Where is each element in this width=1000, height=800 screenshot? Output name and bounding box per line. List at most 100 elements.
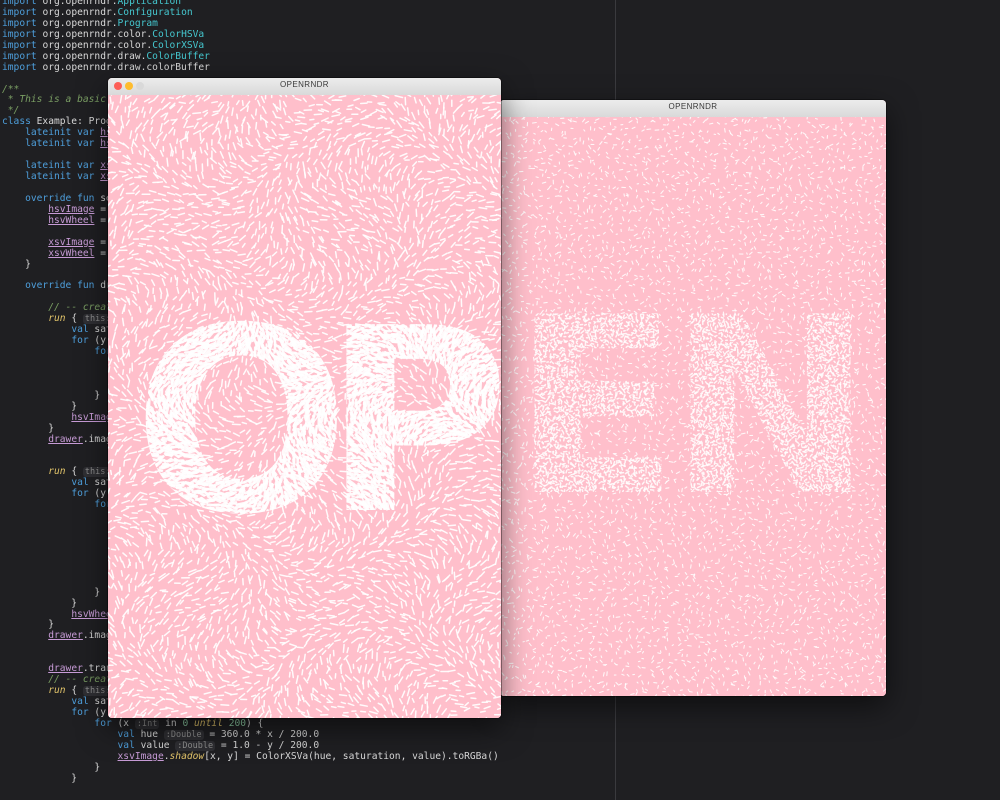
code-token: */ xyxy=(2,105,20,116)
render-canvas[interactable]: E N xyxy=(500,117,886,696)
code-token: val xyxy=(118,740,141,751)
code-token: org.openrndr. xyxy=(42,18,117,29)
code-token: in xyxy=(159,718,182,729)
code-token: val xyxy=(71,696,94,707)
code-token: val xyxy=(71,477,94,488)
code-token: import xyxy=(2,0,42,7)
code-token: v xyxy=(2,532,124,543)
code-token: } xyxy=(2,598,77,609)
code-token: = 360.0 * x / 200.0 xyxy=(204,729,319,740)
code-token: ) { xyxy=(246,718,263,729)
window-titlebar[interactable]: OPENRNDR xyxy=(108,78,501,96)
code-token: } xyxy=(2,619,54,630)
code-token: drawer xyxy=(48,630,83,641)
code-token: value xyxy=(141,740,176,751)
code-token: } xyxy=(2,423,54,434)
code-token: import xyxy=(2,40,42,51)
code-token: v xyxy=(2,368,124,379)
code-token: Program xyxy=(118,18,158,29)
code-token: /** xyxy=(2,84,19,95)
code-token: xsvImage xyxy=(118,751,164,762)
code-token: run xyxy=(48,685,65,696)
code-token: v xyxy=(2,521,124,532)
code-token: 200 xyxy=(229,718,246,729)
code-token: (x xyxy=(118,718,135,729)
code-line[interactable]: } xyxy=(2,773,499,785)
code-token: lateinit var xyxy=(25,138,100,149)
code-token: drawer xyxy=(48,663,83,674)
code-token: run xyxy=(48,313,65,324)
code-token: [x, y] = ColorXSVa(hue, saturation, valu… xyxy=(204,751,499,762)
code-token: } xyxy=(2,773,77,784)
code-token: ColorHSVa xyxy=(152,29,204,40)
code-token: } xyxy=(2,762,100,773)
code-token: for xyxy=(71,707,94,718)
code-token: h xyxy=(2,379,124,390)
code-token: for xyxy=(71,335,94,346)
code-token: drawer xyxy=(48,434,83,445)
code-token: org.openrndr. xyxy=(42,7,117,18)
code-token: lateinit var xyxy=(25,171,100,182)
code-token: for xyxy=(94,718,117,729)
render-canvas[interactable]: O P xyxy=(108,95,501,718)
code-token: { xyxy=(66,466,83,477)
code-token: class xyxy=(2,116,37,127)
code-token: lateinit var xyxy=(25,127,100,138)
code-token: lateinit var xyxy=(25,160,100,171)
code-token: import xyxy=(2,29,42,40)
window-title: OPENRNDR xyxy=(108,80,501,89)
code-token: import xyxy=(2,51,42,62)
window-titlebar[interactable]: OPENRNDR xyxy=(500,100,886,118)
code-token: v xyxy=(2,565,124,576)
code-token: v xyxy=(2,357,124,368)
window-title: OPENRNDR xyxy=(500,102,886,111)
code-token: org.openrndr.color. xyxy=(42,29,152,40)
code-token: ColorXSVa xyxy=(152,40,204,51)
code-token: * This is a basic ex xyxy=(2,94,124,105)
code-token: :Double xyxy=(175,740,216,751)
code-token: } xyxy=(2,401,77,412)
code-token: } xyxy=(2,587,100,598)
openrndr-window-left[interactable]: OPENRNDR O P xyxy=(108,78,501,718)
openrndr-window-right[interactable]: OPENRNDR E N xyxy=(500,100,886,696)
code-token: xsvImage xyxy=(48,237,94,248)
code-token: Application xyxy=(118,0,182,7)
code-line[interactable]: import org.openrndr.draw.colorBuffer xyxy=(2,62,499,74)
code-token: { xyxy=(66,313,83,324)
code-token: hsvWheel xyxy=(48,215,94,226)
code-token: Configuration xyxy=(118,7,193,18)
code-token: xsvWheel xyxy=(48,248,94,259)
code-token: = 1.0 - y / 200.0 xyxy=(215,740,319,751)
code-token: :Int xyxy=(134,718,160,729)
generative-pattern: E N xyxy=(500,117,886,696)
code-token: override fun xyxy=(25,280,100,291)
code-token: org.openrndr.draw. xyxy=(42,51,146,62)
